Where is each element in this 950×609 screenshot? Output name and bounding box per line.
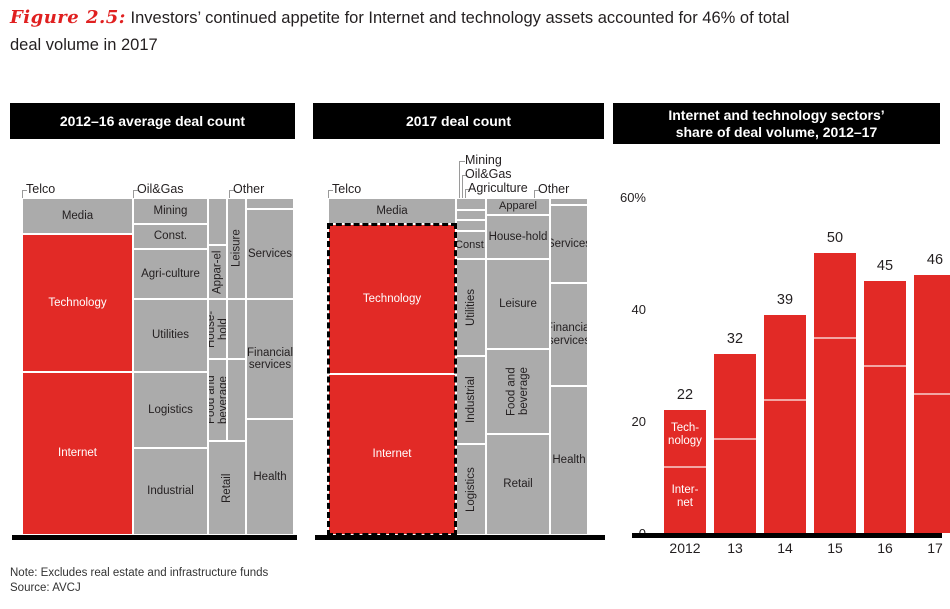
cell-utilities-p2[interactable]: Utilities <box>456 259 486 356</box>
bar-2016-split <box>864 365 906 367</box>
bar-2014[interactable] <box>764 315 806 533</box>
cell-media-p2[interactable]: Media <box>328 198 456 224</box>
title-line-2: deal volume in 2017 <box>10 36 158 54</box>
bar-2013[interactable] <box>714 354 756 533</box>
cell-internet-p1[interactable]: Internet <box>22 372 133 535</box>
bar-2016[interactable] <box>864 281 906 533</box>
cell-leisure-p2[interactable]: Leisure <box>486 259 550 349</box>
footer-source: Source: AVCJ <box>10 582 81 594</box>
bar-2015-split <box>814 337 856 339</box>
treemap-2017: Media Technology Internet Const. Utiliti… <box>328 198 588 535</box>
x-tick-17: 17 <box>927 540 943 556</box>
cell-oilgas-p2[interactable] <box>456 210 486 220</box>
segment-label-technology: Tech-nology <box>668 422 702 447</box>
cell-other-top-p1 <box>246 198 294 209</box>
bar-2012-split <box>664 466 706 468</box>
panel2-heading: 2017 deal count <box>313 103 604 139</box>
bar-value-2012: 22 <box>676 387 694 403</box>
cell-health-p2[interactable]: Health <box>550 386 588 535</box>
callout-oilgas-p2: Oil&Gas <box>465 167 512 181</box>
baseline-p3-x-axis <box>632 533 942 538</box>
cell-internet-p2[interactable]: Internet <box>328 374 456 535</box>
cell-foodbev-p2[interactable]: Food and beverage <box>486 349 550 434</box>
callout-other-p2-lead-v <box>534 190 535 198</box>
cell-health-p1[interactable]: Health <box>246 419 294 535</box>
cell-foodbev-right-p1 <box>227 359 246 441</box>
title-text-1: Investors’ continued appetite for Intern… <box>130 9 790 27</box>
callout-mining-p2-lead-v <box>459 161 460 198</box>
panel3-heading-line2: share of deal volume, 2012–17 <box>675 123 878 140</box>
footer: Note: Excludes real estate and infrastru… <box>10 566 268 596</box>
panel1-heading: 2012–16 average deal count <box>10 103 295 139</box>
cell-household-right-p1 <box>227 299 246 359</box>
callout-agriculture-p2: Agriculture <box>468 181 528 195</box>
cell-services-p1[interactable]: Services <box>246 209 294 299</box>
treemap-2012-16: Media Technology Internet Mining Const. … <box>22 198 294 535</box>
cell-industrial-p1[interactable]: Industrial <box>133 448 208 535</box>
cell-technology-p1[interactable]: Technology <box>22 234 133 372</box>
bar-value-2013: 32 <box>726 331 744 347</box>
cell-foodbev-p1[interactable]: Food and beverage <box>208 359 227 441</box>
title-line-1: Figure 2.5: Investors’ continued appetit… <box>10 4 942 32</box>
cell-household-p2[interactable]: House-hold <box>486 215 550 259</box>
segment-label-internet: Inter-net <box>671 484 699 509</box>
bar-2013-split <box>714 438 756 440</box>
cell-mining-p2[interactable] <box>456 198 486 210</box>
cell-retail-p2[interactable]: Retail <box>486 434 550 535</box>
panel-2017-deal-count: 2017 deal count <box>313 103 604 139</box>
cell-retail-p1[interactable]: Retail <box>208 441 246 535</box>
callout-other-p2: Other <box>538 182 570 196</box>
y-tick-20: 20 <box>631 414 646 429</box>
bar-value-2016: 45 <box>876 258 894 274</box>
callout-telco-p2: Telco <box>332 182 362 196</box>
callout-oilgas-p1-lead-v <box>133 190 134 198</box>
footer-note: Note: Excludes real estate and infrastru… <box>10 567 269 579</box>
callout-other-p1-lead-v <box>229 190 230 198</box>
cell-mining-p1[interactable]: Mining <box>133 198 208 224</box>
bar-value-2014: 39 <box>776 292 794 308</box>
cell-logistics-p2[interactable]: Logistics <box>456 444 486 535</box>
cell-services-p2[interactable]: Services <box>550 205 588 283</box>
bar-2014-split <box>764 399 806 401</box>
cell-technology-p2[interactable]: Technology <box>328 224 456 374</box>
cell-agriculture-p1[interactable]: Agri-culture <box>133 249 208 299</box>
panel-2012-16-average-deal-count: 2012–16 average deal count <box>10 103 295 139</box>
y-tick-40: 40 <box>631 302 646 317</box>
cell-industrial-p2[interactable]: Industrial <box>456 356 486 444</box>
cell-media-p1[interactable]: Media <box>22 198 133 234</box>
y-tick-60: 60% <box>619 190 646 205</box>
baseline-p2 <box>315 535 605 540</box>
callout-mining-p2: Mining <box>465 153 502 167</box>
callout-oilgas-p1: Oil&Gas <box>137 182 184 196</box>
cell-household-p1[interactable]: House-hold <box>208 299 227 359</box>
cell-utilities-p1[interactable]: Utilities <box>133 299 208 372</box>
cell-agriculture-p2[interactable] <box>456 220 486 231</box>
bar-value-2015: 50 <box>826 230 844 246</box>
callout-telco-p2-lead-v <box>328 190 329 198</box>
callout-other-p1: Other <box>233 182 265 196</box>
cell-leisure-p1b[interactable]: Leisure <box>227 198 246 299</box>
cell-other-top-p2 <box>550 198 588 205</box>
figure-number: Figure 2.5: <box>10 7 126 28</box>
figure-title: Figure 2.5: Investors’ continued appetit… <box>10 4 942 59</box>
cell-apparel-p2[interactable]: Apparel <box>486 198 550 215</box>
cell-logistics-p1[interactable]: Logistics <box>133 372 208 448</box>
cell-financial-services-p1[interactable]: Financial services <box>246 299 294 419</box>
callout-telco-p1: Telco <box>26 182 56 196</box>
baseline-p1 <box>12 535 297 540</box>
bar-value-2017: 46 <box>926 252 944 268</box>
bar-2015[interactable] <box>814 253 856 533</box>
panel3-heading-line1: Internet and technology sectors’ <box>668 106 885 123</box>
cell-const-p1[interactable]: Const. <box>133 224 208 249</box>
bar-2017-split <box>914 393 950 395</box>
callout-telco-p1-lead-v <box>22 190 23 198</box>
panel3-heading: Internet and technology sectors’ share o… <box>613 103 940 144</box>
panel-share-of-deal-volume: Internet and technology sectors’ share o… <box>613 103 940 144</box>
cell-const-p2[interactable]: Const. <box>456 231 486 259</box>
cell-financial-services-p2[interactable]: Financial services <box>550 283 588 386</box>
cell-blank-p1 <box>208 198 227 245</box>
bar-2017[interactable] <box>914 275 950 533</box>
cell-apparel-p1[interactable]: Appar-el <box>208 245 227 299</box>
